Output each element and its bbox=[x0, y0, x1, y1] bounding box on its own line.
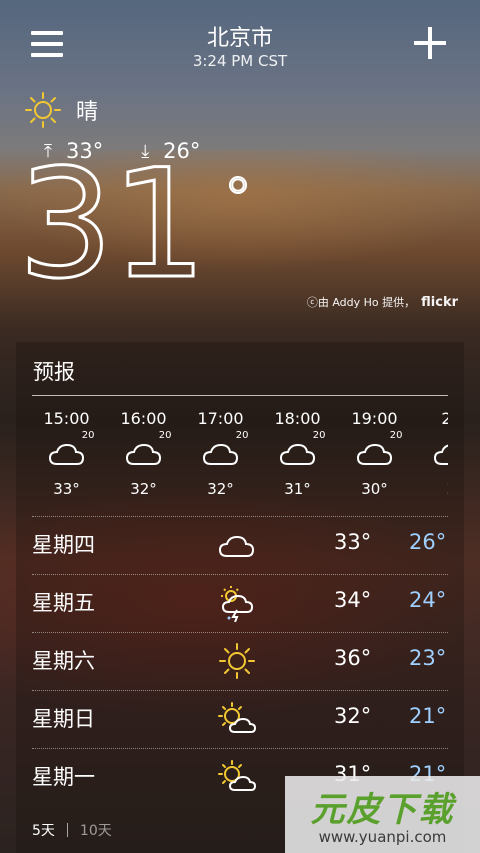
cloudy-icon: 20 bbox=[47, 430, 95, 472]
thunderstorm-icon bbox=[217, 584, 257, 623]
current-temperature: 31 ° bbox=[17, 149, 254, 302]
cloud-icon bbox=[217, 526, 257, 564]
partly-cloudy-icon bbox=[217, 700, 257, 738]
forecast-range-toggle: 5天 10天 bbox=[32, 820, 112, 840]
cloudy-icon bbox=[432, 436, 448, 472]
day-high: 34° bbox=[334, 588, 372, 612]
condition-text: 晴 bbox=[76, 100, 99, 125]
hourly-item: 15:00 20 33° bbox=[28, 404, 105, 498]
hourly-item: 20 2 bbox=[413, 404, 448, 498]
sun-icon bbox=[217, 642, 257, 680]
tab-5-day[interactable]: 5天 bbox=[32, 820, 55, 840]
hourly-forecast[interactable]: 15:00 20 33° 16:00 20 32° 17:00 20 32° 1… bbox=[16, 404, 448, 514]
watermark-url: www.yuanpi.com bbox=[318, 828, 447, 846]
hour-time: 18:00 bbox=[274, 409, 321, 428]
day-name: 星期五 bbox=[32, 591, 95, 615]
divider bbox=[66, 823, 68, 837]
flickr-logo: flickr bbox=[421, 295, 458, 310]
precip-chance: 20 bbox=[235, 430, 249, 441]
local-time: 3:24 PM CST bbox=[192, 52, 288, 70]
daily-row[interactable]: 星期日 32° 21° bbox=[32, 690, 448, 748]
hour-time: 19:00 bbox=[351, 409, 398, 428]
hour-time: 16:00 bbox=[120, 409, 167, 428]
hourly-item: 17:00 20 32° bbox=[182, 404, 259, 498]
watermark-logo: 元皮下载 www.yuanpi.com bbox=[285, 776, 480, 853]
hour-temp: 2 bbox=[413, 480, 448, 498]
hour-time: 20 bbox=[441, 409, 448, 428]
hour-temp: 31° bbox=[284, 480, 311, 498]
hour-time: 17:00 bbox=[197, 409, 244, 428]
tab-10-day[interactable]: 10天 bbox=[80, 820, 112, 840]
precip-chance: 20 bbox=[81, 430, 95, 441]
hourly-item: 16:00 20 32° bbox=[105, 404, 182, 498]
hourly-item: 18:00 20 31° bbox=[259, 404, 336, 498]
day-high: 36° bbox=[334, 646, 372, 670]
degree-symbol: ° bbox=[222, 165, 254, 235]
day-high: 33° bbox=[334, 530, 372, 554]
day-high: 32° bbox=[334, 704, 372, 728]
current-condition: 晴 bbox=[24, 92, 98, 128]
top-bar: 北京市 3:24 PM CST bbox=[0, 0, 480, 80]
photo-credit[interactable]: ⓒ由 Addy Ho 提供， flickr bbox=[307, 294, 458, 310]
day-name: 星期六 bbox=[32, 649, 95, 673]
watermark-title: 元皮下载 bbox=[310, 790, 455, 830]
hour-temp: 30° bbox=[361, 480, 388, 498]
photo-credit-text: ⓒ由 Addy Ho 提供， bbox=[306, 296, 416, 309]
daily-row[interactable]: 星期四 33° 26° bbox=[32, 516, 448, 574]
divider bbox=[32, 395, 448, 396]
day-name: 星期日 bbox=[32, 707, 95, 731]
daily-row[interactable]: 星期五 34° 24° bbox=[32, 574, 448, 632]
hourly-item: 19:00 20 30° bbox=[336, 404, 413, 498]
cloudy-icon: 20 bbox=[278, 430, 326, 472]
hour-time: 15:00 bbox=[43, 409, 90, 428]
daily-forecast: 星期四 33° 26° 星期五 34° 24° 星期六 36° 23° 星期日 … bbox=[32, 516, 448, 806]
day-low: 21° bbox=[409, 704, 447, 728]
cloudy-icon: 20 bbox=[201, 430, 249, 472]
current-temperature-value: 31 bbox=[17, 138, 209, 312]
city-name[interactable]: 北京市 bbox=[0, 20, 480, 52]
precip-chance: 20 bbox=[158, 430, 172, 441]
partly-cloudy-icon bbox=[217, 758, 257, 796]
add-location-icon[interactable] bbox=[414, 27, 446, 59]
cloudy-icon: 20 bbox=[124, 430, 172, 472]
day-name: 星期一 bbox=[32, 765, 95, 789]
precip-chance: 20 bbox=[312, 430, 326, 441]
forecast-title: 预报 bbox=[33, 360, 75, 384]
precip-chance: 20 bbox=[389, 430, 403, 441]
sun-icon bbox=[25, 92, 61, 128]
day-name: 星期四 bbox=[32, 533, 95, 557]
day-low: 23° bbox=[409, 646, 447, 670]
day-low: 24° bbox=[409, 588, 447, 612]
cloudy-icon: 20 bbox=[355, 430, 403, 472]
hour-temp: 33° bbox=[53, 480, 80, 498]
daily-row[interactable]: 星期六 36° 23° bbox=[32, 632, 448, 690]
hour-temp: 32° bbox=[130, 480, 157, 498]
day-low: 26° bbox=[409, 530, 447, 554]
hour-temp: 32° bbox=[207, 480, 234, 498]
